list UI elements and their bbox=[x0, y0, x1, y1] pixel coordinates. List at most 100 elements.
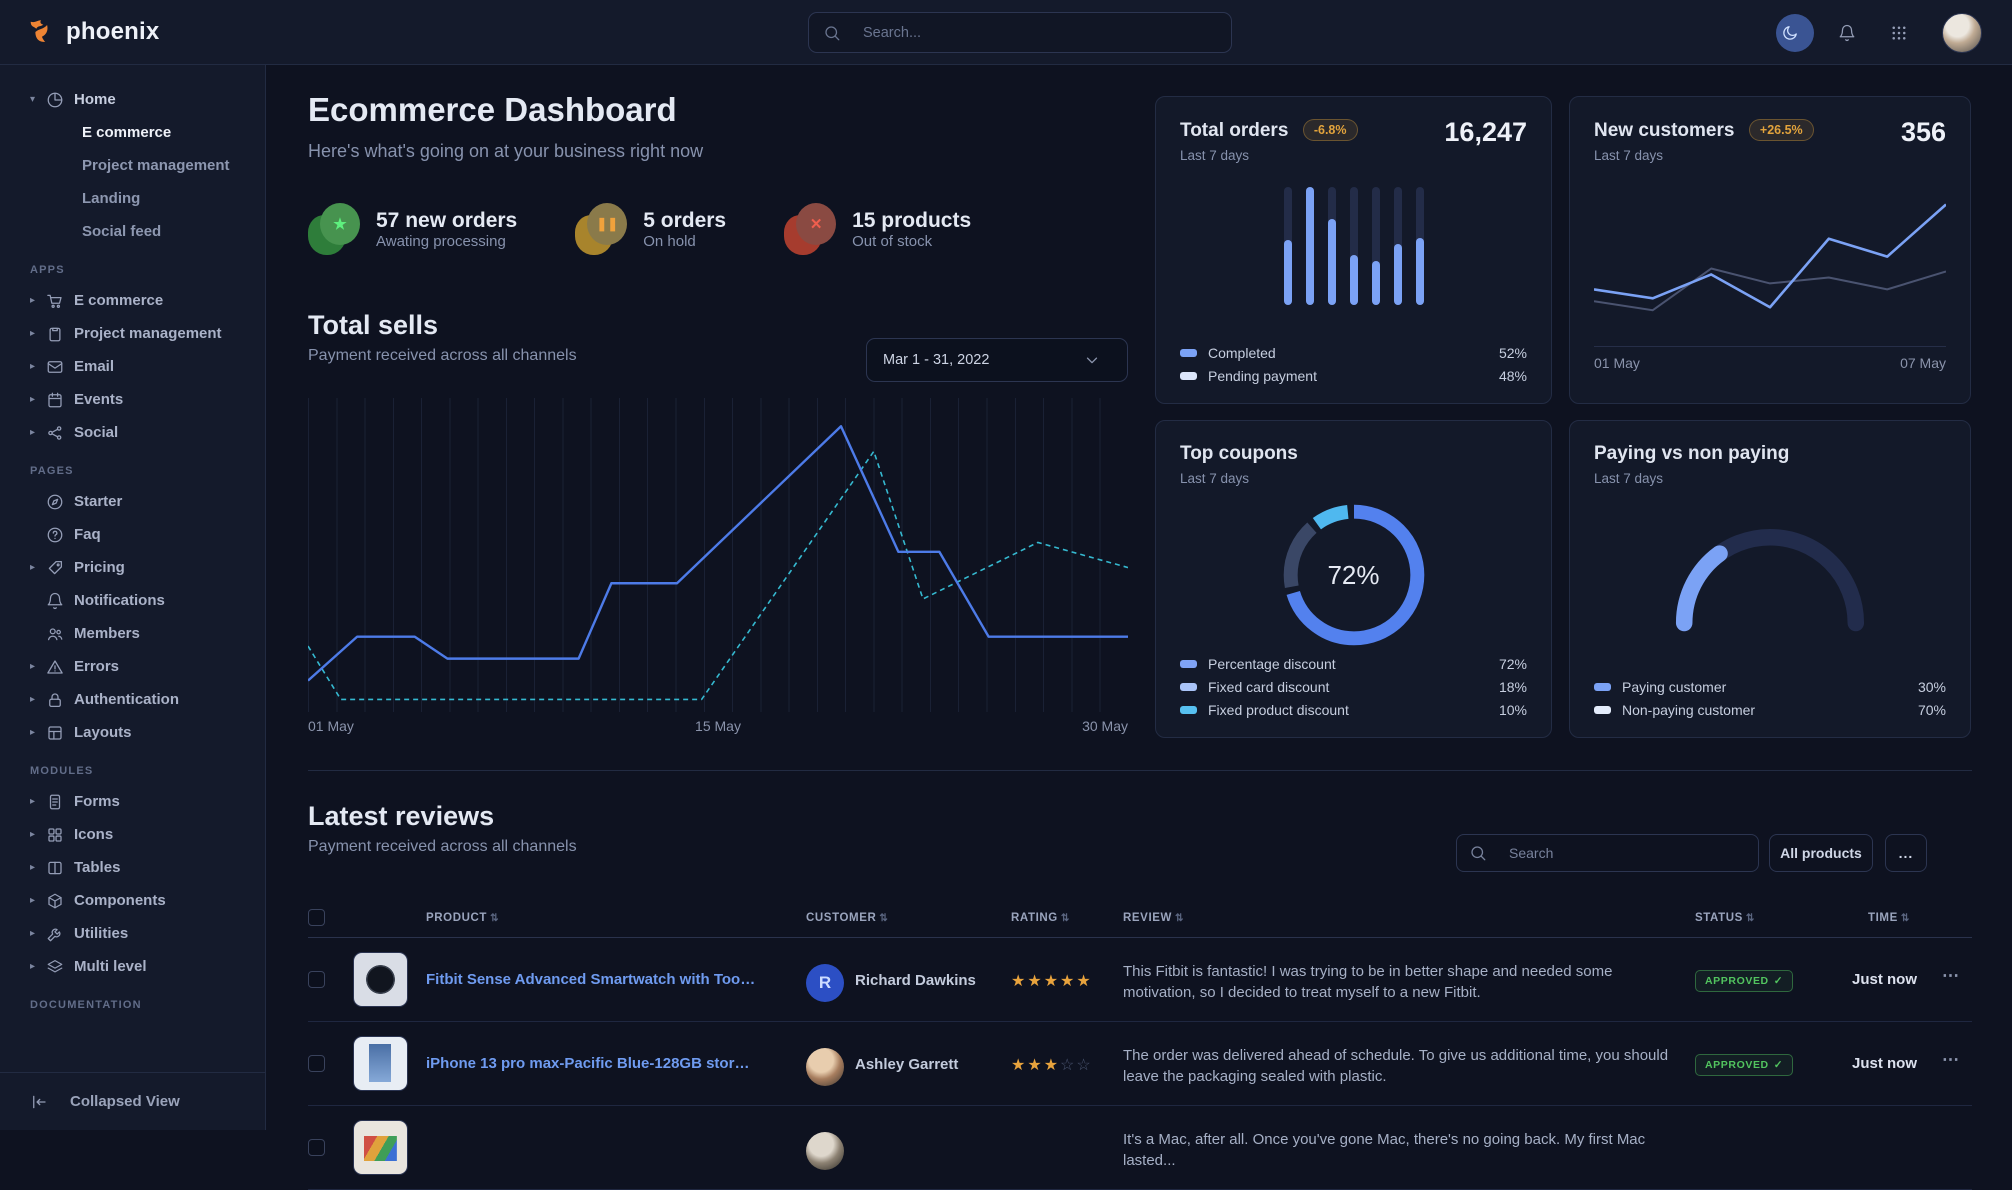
all-products-filter-button[interactable]: All products bbox=[1769, 834, 1873, 872]
sidebar-item-multi-level[interactable]: ▸ Multi level bbox=[0, 950, 265, 983]
row-checkbox[interactable] bbox=[308, 1055, 325, 1072]
page-subtitle: Here's what's going on at your business … bbox=[308, 141, 703, 162]
sidebar-item-landing[interactable]: Landing bbox=[0, 182, 265, 215]
chevron-right-icon: ▸ bbox=[30, 961, 46, 972]
product-link[interactable]: iPhone 13 pro max-Pacific Blue-128GB sto… bbox=[426, 1055, 756, 1072]
stat-orders-on-hold: ❚❚ 5 orders On hold bbox=[575, 203, 726, 255]
latest-reviews-title: Latest reviews bbox=[308, 801, 577, 832]
customer-avatar[interactable] bbox=[806, 1048, 844, 1086]
chevron-right-icon: ▸ bbox=[30, 895, 46, 906]
sidebar-item-notifications[interactable]: Notifications bbox=[0, 584, 265, 617]
reviews-search[interactable] bbox=[1456, 834, 1759, 872]
reviews-search-input[interactable] bbox=[1507, 844, 1746, 862]
review-row: iPhone 13 pro max-Pacific Blue-128GB sto… bbox=[308, 1022, 1972, 1106]
product-link[interactable]: Fitbit Sense Advanced Smartwatch with To… bbox=[426, 971, 756, 988]
sidebar-item-pricing[interactable]: ▸ Pricing bbox=[0, 551, 265, 584]
product-thumbnail[interactable] bbox=[353, 1036, 408, 1091]
total-orders-value: 16,247 bbox=[1444, 117, 1527, 148]
sidebar-item-email[interactable]: ▸ Email bbox=[0, 350, 265, 383]
sort-icon: ⇅ bbox=[490, 913, 499, 924]
sidebar-item-project-management-app[interactable]: ▸ Project management bbox=[0, 317, 265, 350]
reviews-more-button[interactable]: ... bbox=[1885, 834, 1927, 872]
sidebar-item-tables[interactable]: ▸ Tables bbox=[0, 851, 265, 884]
sidebar-item-icons[interactable]: ▸ Icons bbox=[0, 818, 265, 851]
column-header-product[interactable]: PRODUCT⇅ bbox=[426, 912, 499, 924]
sort-icon: ⇅ bbox=[1901, 913, 1910, 924]
notifications-button[interactable] bbox=[1838, 24, 1866, 42]
sidebar-item-social-feed[interactable]: Social feed bbox=[0, 215, 265, 248]
customer-name: Ashley Garrett bbox=[855, 1056, 958, 1073]
stat-out-of-stock: ✕ 15 products Out of stock bbox=[784, 203, 971, 255]
new-customers-value: 356 bbox=[1901, 117, 1946, 148]
customer-avatar[interactable]: R bbox=[806, 964, 844, 1002]
reviews-table: PRODUCT⇅ CUSTOMER⇅ RATING⇅ REVIEW⇅ STATU… bbox=[308, 903, 1972, 1190]
pie-chart-icon bbox=[46, 91, 74, 109]
row-menu-button[interactable]: ⋯ bbox=[1942, 966, 1960, 986]
select-all-checkbox[interactable] bbox=[308, 909, 325, 926]
review-text: It's a Mac, after all. Once you've gone … bbox=[1123, 1129, 1683, 1171]
sidebar-item-authentication[interactable]: ▸ Authentication bbox=[0, 683, 265, 716]
sidebar-item-ecommerce-app[interactable]: ▸ E commerce bbox=[0, 284, 265, 317]
sidebar-item-ecommerce-dashboard[interactable]: E commerce bbox=[0, 116, 265, 149]
customer-avatar[interactable] bbox=[806, 1132, 844, 1170]
review-text: This Fitbit is fantastic! I was trying t… bbox=[1123, 961, 1683, 1003]
sidebar-item-starter[interactable]: Starter bbox=[0, 485, 265, 518]
change-badge: +26.5% bbox=[1749, 119, 1814, 141]
product-thumbnail[interactable] bbox=[353, 1120, 408, 1175]
sidebar-item-members[interactable]: Members bbox=[0, 617, 265, 650]
sort-icon: ⇅ bbox=[1746, 913, 1755, 924]
sidebar-item-errors[interactable]: ▸ Errors bbox=[0, 650, 265, 683]
share-icon bbox=[46, 424, 74, 442]
legend-fixed-card-discount: Fixed card discount 18% bbox=[1180, 675, 1527, 698]
chevron-right-icon: ▸ bbox=[30, 661, 46, 672]
sidebar-item-faq[interactable]: Faq bbox=[0, 518, 265, 551]
global-search-input[interactable] bbox=[861, 24, 1217, 42]
date-range-select[interactable]: Mar 1 - 31, 2022 bbox=[866, 338, 1128, 382]
sidebar-item-components[interactable]: ▸ Components bbox=[0, 884, 265, 917]
sidebar-item-layouts[interactable]: ▸ Layouts bbox=[0, 716, 265, 749]
brand-logo[interactable]: phoenix bbox=[0, 17, 159, 47]
section-label-modules: MODULES bbox=[30, 765, 265, 777]
bell-icon bbox=[46, 592, 74, 610]
row-menu-button[interactable]: ⋯ bbox=[1942, 1050, 1960, 1070]
chevron-right-icon: ▸ bbox=[30, 394, 46, 405]
orders-bar-chart bbox=[1180, 185, 1527, 305]
chevron-right-icon: ▸ bbox=[30, 862, 46, 873]
section-label-apps: APPS bbox=[30, 264, 265, 276]
review-row: It's a Mac, after all. Once you've gone … bbox=[308, 1106, 1972, 1190]
row-checkbox[interactable] bbox=[308, 971, 325, 988]
sidebar-item-home[interactable]: ▾ Home bbox=[0, 83, 265, 116]
review-row: Fitbit Sense Advanced Smartwatch with To… bbox=[308, 938, 1972, 1022]
total-sells-chart bbox=[308, 398, 1128, 712]
column-header-time[interactable]: TIME⇅ bbox=[1868, 912, 1910, 924]
paying-vs-nonpaying-card: Paying vs non paying Last 7 days Paying … bbox=[1569, 420, 1971, 738]
rating-stars: ★★★★★ bbox=[1011, 971, 1093, 991]
calendar-icon bbox=[46, 391, 74, 409]
app-launcher-button[interactable] bbox=[1890, 24, 1918, 42]
sidebar-nav: ▾ Home E commerce Project management Lan… bbox=[0, 65, 266, 1130]
user-avatar[interactable] bbox=[1942, 13, 1982, 53]
layers-icon bbox=[46, 958, 74, 976]
row-checkbox[interactable] bbox=[308, 1139, 325, 1156]
column-header-status[interactable]: STATUS⇅ bbox=[1695, 912, 1755, 924]
global-search[interactable] bbox=[808, 12, 1232, 53]
column-header-customer[interactable]: CUSTOMER⇅ bbox=[806, 912, 888, 924]
product-thumbnail[interactable] bbox=[353, 952, 408, 1007]
sidebar-item-events[interactable]: ▸ Events bbox=[0, 383, 265, 416]
section-label-pages: PAGES bbox=[30, 465, 265, 477]
card-title: Paying vs non paying bbox=[1594, 443, 1946, 465]
collapse-sidebar-button[interactable]: Collapsed View bbox=[0, 1072, 265, 1130]
column-header-review[interactable]: REVIEW⇅ bbox=[1123, 912, 1184, 924]
sidebar-item-utilities[interactable]: ▸ Utilities bbox=[0, 917, 265, 950]
theme-toggle-button[interactable] bbox=[1776, 14, 1814, 52]
top-navbar: phoenix bbox=[0, 0, 2012, 65]
sidebar-item-project-management-dashboard[interactable]: Project management bbox=[0, 149, 265, 182]
phoenix-logo-icon bbox=[26, 17, 56, 47]
chevron-right-icon: ▸ bbox=[30, 694, 46, 705]
chevron-right-icon: ▸ bbox=[30, 562, 46, 573]
column-header-rating[interactable]: RATING⇅ bbox=[1011, 912, 1070, 924]
tag-icon bbox=[46, 559, 74, 577]
card-title: New customers bbox=[1594, 120, 1734, 141]
sidebar-item-social[interactable]: ▸ Social bbox=[0, 416, 265, 449]
sidebar-item-forms[interactable]: ▸ Forms bbox=[0, 785, 265, 818]
